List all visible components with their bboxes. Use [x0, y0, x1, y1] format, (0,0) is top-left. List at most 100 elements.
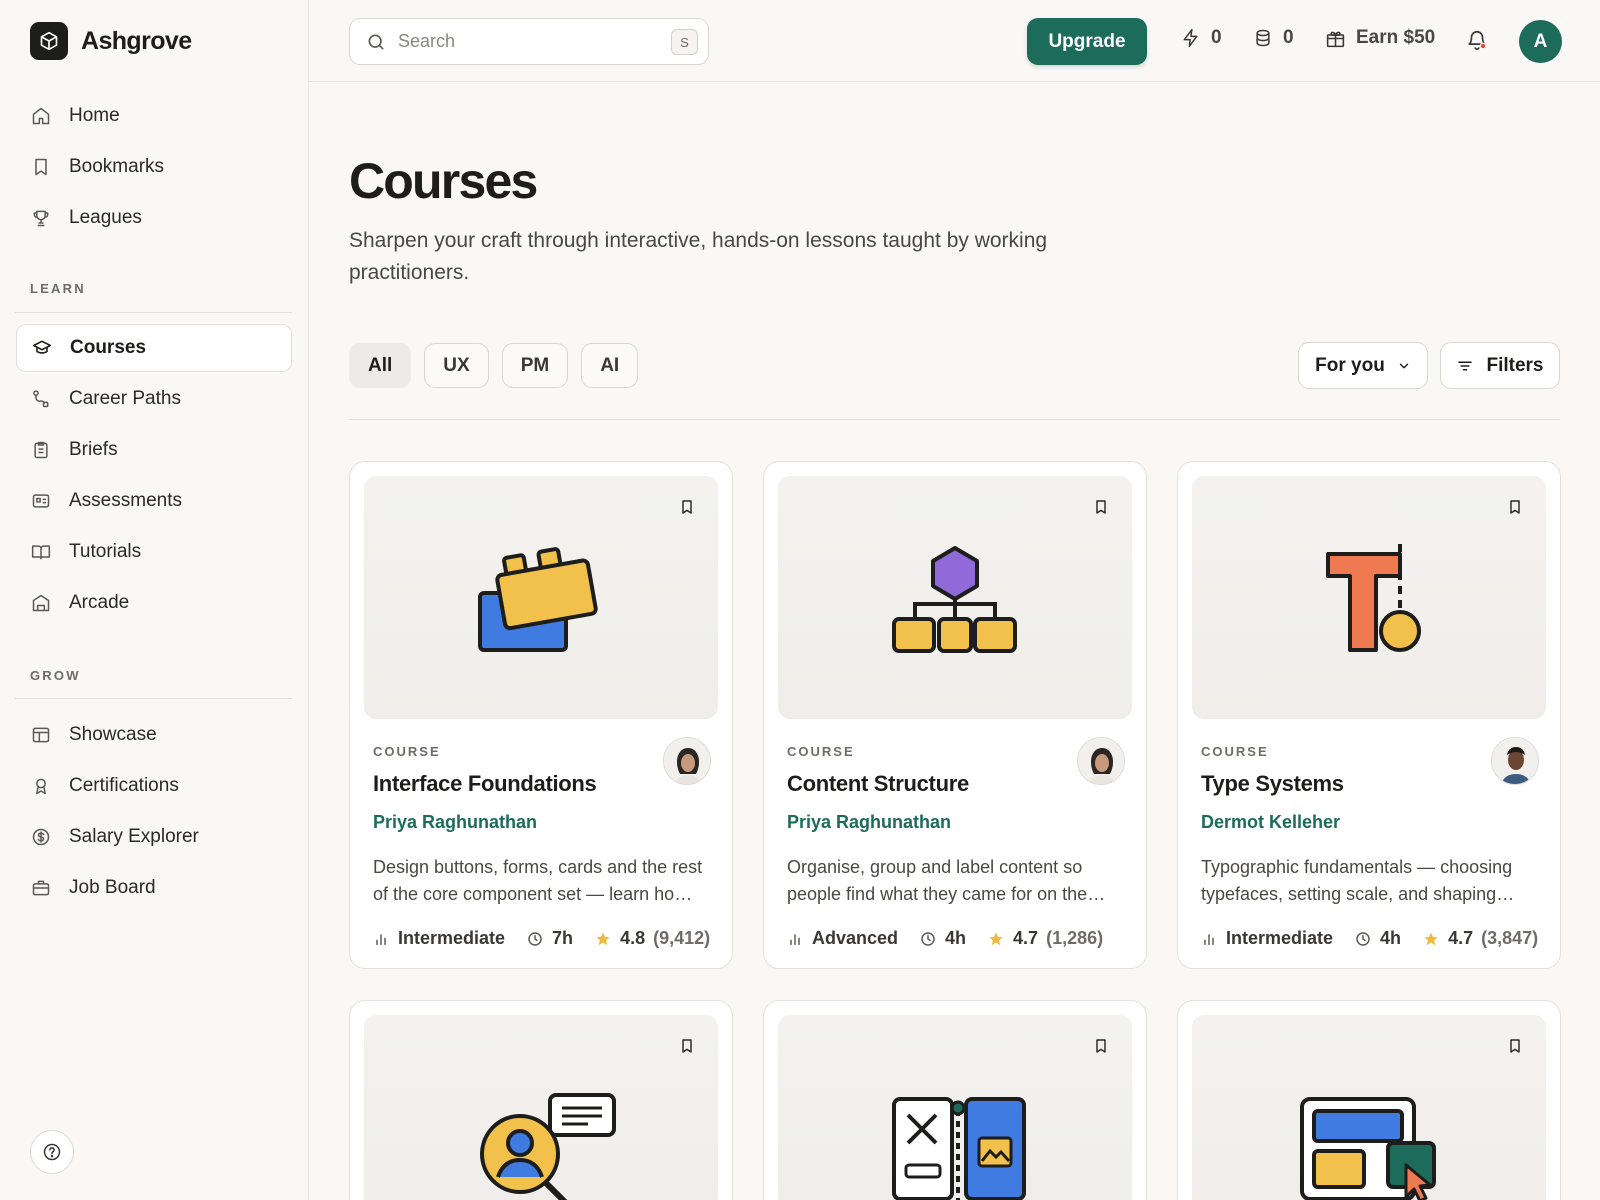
sidebar-item-courses[interactable]: Courses	[16, 324, 292, 372]
bookmark-icon	[1510, 500, 1520, 514]
course-card[interactable]: COURSE Interface Foundations Priya Raghu…	[349, 461, 733, 969]
sidebar-item-label: Arcade	[69, 592, 130, 613]
earn-referral-link[interactable]: Earn $50	[1325, 27, 1435, 49]
search-shortcut-key: S	[671, 29, 698, 55]
search-input[interactable]	[398, 31, 648, 52]
course-thumbnail	[364, 476, 718, 719]
brand[interactable]: Ashgrove	[30, 22, 192, 60]
instructor-avatar[interactable]	[663, 737, 711, 785]
bookmark-button[interactable]	[674, 1033, 700, 1059]
course-meta: Intermediate 7h 4.8 (9,412)	[373, 928, 710, 949]
bookmark-icon	[1510, 1039, 1520, 1053]
filters-button[interactable]: Filters	[1440, 342, 1560, 389]
course-card[interactable]	[349, 1000, 733, 1200]
energy-counter[interactable]: 0	[1181, 27, 1222, 49]
upgrade-button[interactable]: Upgrade	[1027, 18, 1147, 65]
chevron-down-icon	[1399, 363, 1409, 368]
instructor-avatar[interactable]	[1491, 737, 1539, 785]
level-meta: Advanced	[787, 928, 898, 949]
bookmark-button[interactable]	[1088, 494, 1114, 520]
logo-icon	[30, 22, 68, 60]
sidebar-item-leagues[interactable]: Leagues	[16, 194, 292, 242]
star-icon	[1424, 931, 1438, 945]
rating-meta: 4.7	[1423, 928, 1473, 949]
sidebar-item-tutorials[interactable]: Tutorials	[16, 528, 292, 576]
sort-dropdown[interactable]: For you	[1298, 342, 1428, 389]
page-title: Courses	[349, 153, 538, 209]
instructor-avatar[interactable]	[1077, 737, 1125, 785]
sidebar-item-certifications[interactable]: Certifications	[16, 762, 292, 810]
trophy-icon	[31, 208, 51, 228]
course-card[interactable]: COURSE Type Systems Dermot Kelleher Typo…	[1177, 461, 1561, 969]
sidebar-item-salary-explorer[interactable]: Salary Explorer	[16, 813, 292, 861]
gift-icon	[1326, 31, 1345, 47]
graduation-cap-icon	[32, 338, 52, 358]
energy-count: 0	[1211, 27, 1222, 48]
hierarchy-illustration	[892, 546, 1017, 653]
sidebar-item-label: Briefs	[69, 439, 118, 460]
course-author[interactable]: Priya Raghunathan	[373, 812, 537, 833]
sidebar-item-label: Home	[69, 105, 120, 126]
sort-label: For you	[1315, 354, 1385, 376]
course-level: Intermediate	[1226, 928, 1334, 948]
sidebar-item-briefs[interactable]: Briefs	[16, 426, 292, 474]
bookmark-button[interactable]	[1502, 494, 1528, 520]
course-kicker: COURSE	[787, 744, 855, 759]
course-meta: Advanced 4h 4.7 (1,286)	[787, 928, 1103, 949]
help-button[interactable]	[30, 1130, 74, 1174]
primary-nav: Home Bookmarks Leagues	[16, 92, 292, 245]
bookmark-button[interactable]	[1502, 1033, 1528, 1059]
search-box[interactable]: S	[349, 18, 709, 65]
sidebar-item-assessments[interactable]: Assessments	[16, 477, 292, 525]
bookmark-icon	[31, 157, 51, 177]
level-meta: Intermediate	[373, 928, 505, 949]
bookmark-button[interactable]	[674, 494, 700, 520]
course-duration: 4h	[1380, 928, 1402, 948]
sidebar-item-label: Bookmarks	[69, 156, 165, 177]
award-icon	[31, 776, 51, 796]
bar-chart-icon	[790, 933, 800, 945]
sidebar-item-label: Courses	[70, 337, 147, 358]
bookmark-icon	[682, 500, 692, 514]
user-research-illustration	[480, 1093, 616, 1200]
rating-meta: 4.7	[988, 928, 1038, 949]
chip-all[interactable]: All	[349, 343, 412, 388]
coins-count: 0	[1283, 27, 1294, 48]
sidebar-item-label: Showcase	[69, 724, 157, 745]
chip-ux[interactable]: UX	[424, 343, 489, 388]
sidebar-item-label: Assessments	[69, 490, 182, 511]
course-card[interactable]	[1177, 1000, 1561, 1200]
chip-pm[interactable]: PM	[501, 343, 569, 388]
course-rating: 4.7	[1448, 928, 1474, 948]
course-rating: 4.8	[620, 928, 646, 948]
sidebar-item-home[interactable]: Home	[16, 92, 292, 140]
course-duration: 7h	[552, 928, 574, 948]
course-thumbnail	[778, 1015, 1132, 1200]
layout-icon	[31, 725, 51, 745]
course-card[interactable]: COURSE Content Structure Priya Raghunath…	[763, 461, 1147, 969]
course-author[interactable]: Priya Raghunathan	[787, 812, 951, 833]
divider	[15, 698, 292, 699]
coins-counter[interactable]: 0	[1253, 27, 1294, 49]
bookmark-button[interactable]	[1088, 1033, 1114, 1059]
chip-ai[interactable]: AI	[581, 343, 639, 388]
course-card[interactable]	[763, 1000, 1147, 1200]
sidebar-item-showcase[interactable]: Showcase	[16, 711, 292, 759]
sidebar-item-career-paths[interactable]: Career Paths	[16, 375, 292, 423]
course-thumbnail	[778, 476, 1132, 719]
sidebar-item-bookmarks[interactable]: Bookmarks	[16, 143, 292, 191]
course-author[interactable]: Dermot Kelleher	[1201, 812, 1340, 833]
user-avatar[interactable]: A	[1519, 20, 1562, 63]
sidebar-item-arcade[interactable]: Arcade	[16, 579, 292, 627]
sidebar: Ashgrove Home Bookmarks Leagues LEARN Co…	[0, 0, 309, 1200]
section-label-grow: GROW	[30, 668, 81, 683]
section-label-learn: LEARN	[30, 281, 86, 296]
level-meta: Intermediate	[1201, 928, 1333, 949]
notifications-button[interactable]	[1466, 29, 1488, 51]
clock-icon	[1356, 931, 1370, 946]
course-review-count: (9,412)	[653, 928, 711, 948]
sidebar-item-label: Career Paths	[69, 388, 181, 409]
sidebar-item-job-board[interactable]: Job Board	[16, 864, 292, 912]
divider	[15, 312, 292, 313]
brand-name: Ashgrove	[81, 26, 192, 55]
